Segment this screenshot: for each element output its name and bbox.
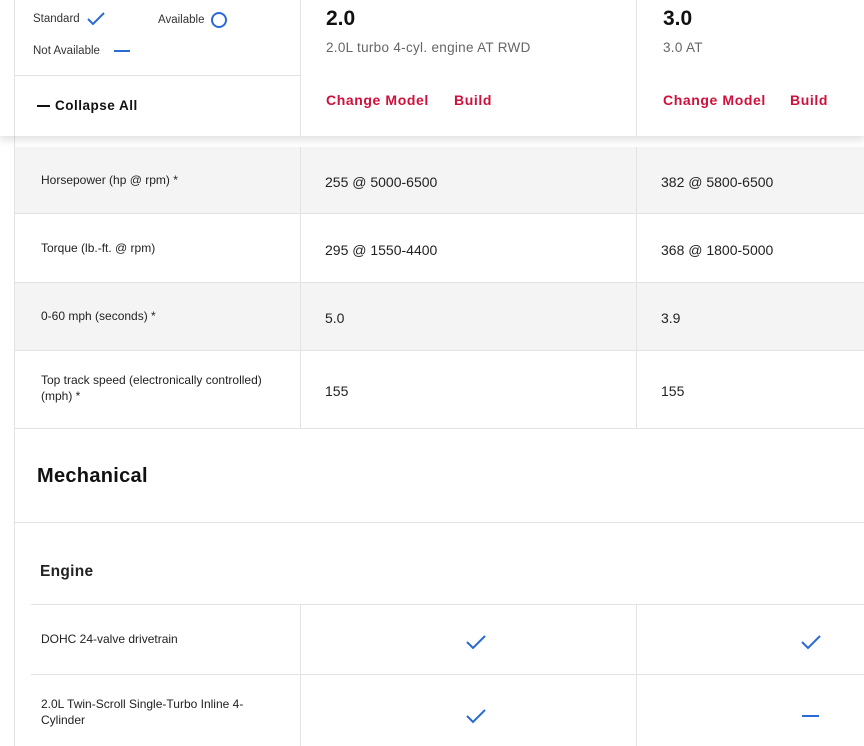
header-divider-1 <box>300 0 301 136</box>
section-title-mechanical[interactable]: Mechanical <box>37 465 148 488</box>
build-button-2[interactable]: Build <box>790 92 828 108</box>
model-subtitle-2: 3.0 AT <box>663 40 703 55</box>
spec-label: Horsepower (hp @ rpm) * <box>41 173 178 187</box>
row-divider <box>31 674 864 675</box>
legend-not-available: Not Available <box>33 44 130 58</box>
spec-value: 155 <box>661 383 685 399</box>
model-name-1: 2.0 <box>326 7 356 30</box>
legend-standard: Standard <box>33 11 106 27</box>
spec-value: 5.0 <box>325 310 345 326</box>
spec-value: 255 @ 5000-6500 <box>325 174 438 190</box>
check-icon <box>86 12 105 26</box>
model-subtitle-1: 2.0L turbo 4-cyl. engine AT RWD <box>326 40 531 55</box>
table-row: Top track speed (electronically controll… <box>15 351 864 428</box>
spec-label: Top track speed (electronically controll… <box>41 373 262 403</box>
change-model-button-1[interactable]: Change Model <box>326 92 429 108</box>
table-row: 0-60 mph (seconds) * <box>15 283 864 350</box>
spec-value: 155 <box>325 383 349 399</box>
spec-value: 382 @ 5800-6500 <box>661 174 774 190</box>
spec-value: 3.9 <box>661 310 681 326</box>
compare-header: Standard Available Not Available Collaps… <box>0 0 864 136</box>
header-left-border <box>14 0 15 136</box>
column-divider <box>636 147 637 428</box>
spec-label: Torque (lb.-ft. @ rpm) <box>41 241 156 255</box>
row-divider <box>14 350 864 351</box>
collapse-all-label: Collapse All <box>55 98 138 113</box>
row-divider <box>14 428 864 429</box>
dash-icon <box>802 715 819 717</box>
dash-icon <box>113 50 130 52</box>
check-icon <box>801 635 821 650</box>
check-icon <box>466 709 486 724</box>
legend-divider <box>14 75 300 76</box>
column-divider <box>636 604 637 746</box>
spec-label: 0-60 mph (seconds) * <box>41 309 156 323</box>
section-divider <box>14 522 864 523</box>
column-divider <box>300 604 301 746</box>
collapse-all-button[interactable]: Collapse All <box>37 98 138 113</box>
legend-available: Available <box>158 11 230 29</box>
row-divider <box>31 604 864 605</box>
row-divider <box>14 282 864 283</box>
column-divider <box>300 147 301 428</box>
legend-available-label: Available <box>158 14 205 26</box>
change-model-button-2[interactable]: Change Model <box>663 92 766 108</box>
minus-icon <box>37 104 50 107</box>
spec-label: DOHC 24-valve drivetrain <box>41 632 178 646</box>
subsection-title-engine[interactable]: Engine <box>40 563 93 581</box>
spec-value: 295 @ 1550-4400 <box>325 242 438 258</box>
legend-not-available-label: Not Available <box>33 45 100 57</box>
build-button-1[interactable]: Build <box>454 92 492 108</box>
spec-value: 368 @ 1800-5000 <box>661 242 774 258</box>
model-name-2: 3.0 <box>663 7 693 30</box>
header-divider-2 <box>636 0 637 136</box>
check-icon <box>466 635 486 650</box>
row-divider <box>14 213 864 214</box>
circle-icon <box>211 12 228 28</box>
legend-standard-label: Standard <box>33 13 80 25</box>
spec-label: 2.0L Twin-Scroll Single-Turbo Inline 4-C… <box>41 697 244 727</box>
